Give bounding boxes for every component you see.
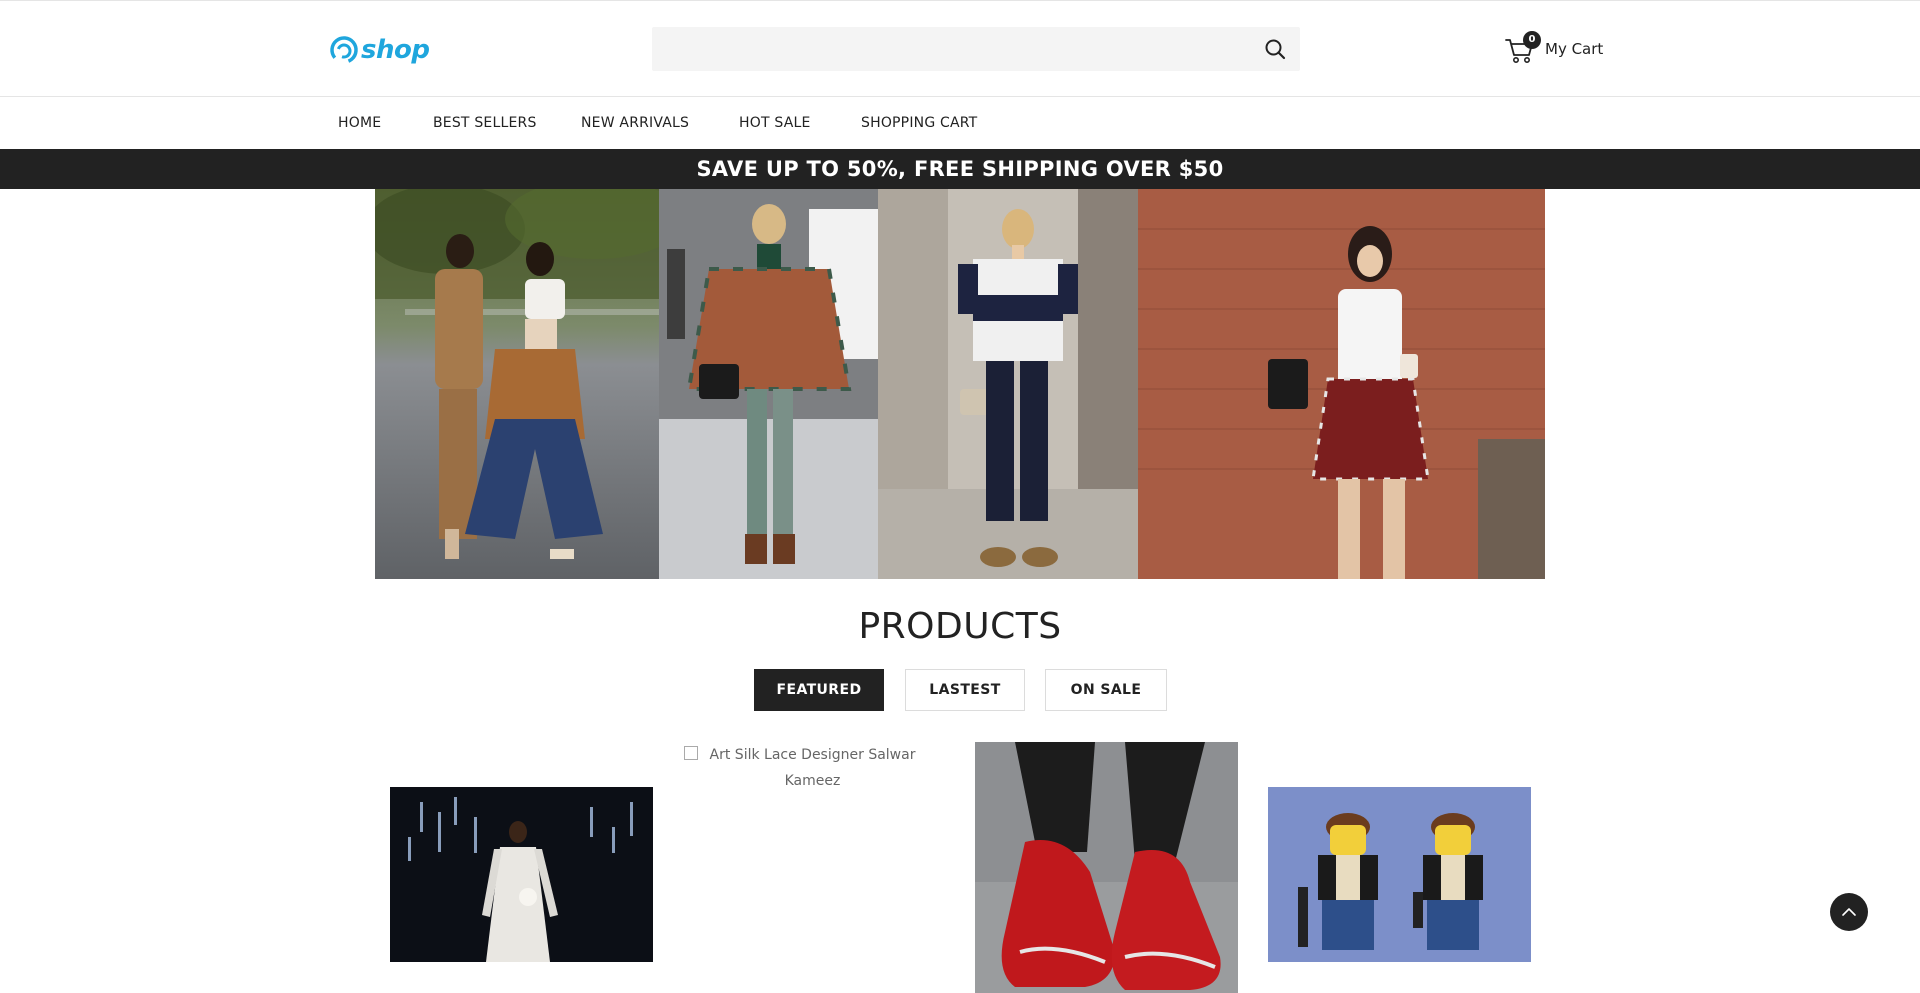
banner-photo-2 [659, 189, 878, 579]
product-tabs: FEATURED LASTEST ON SALE [0, 669, 1920, 711]
cart-count-badge: 0 [1523, 31, 1541, 49]
tab-lastest[interactable]: LASTEST [905, 669, 1025, 711]
main-nav: HOME BEST SELLERS NEW ARRIVALS HOT SALE … [0, 97, 1920, 149]
product-image-white-dress[interactable] [390, 787, 653, 962]
cart-label: My Cart [1545, 40, 1604, 58]
search-bar [652, 27, 1300, 71]
banner-photo-3 [878, 189, 1138, 579]
cart-icon: 0 [1505, 31, 1541, 65]
site-logo[interactable]: shop [329, 33, 430, 67]
banner-photo-4 [1138, 189, 1545, 579]
broken-image-icon [684, 746, 698, 760]
nav-item-shopping-cart[interactable]: SHOPPING CART [861, 115, 977, 131]
hero-banner[interactable] [375, 189, 1545, 579]
tab-on-sale[interactable]: ON SALE [1045, 669, 1167, 711]
search-input[interactable] [652, 27, 1232, 71]
site-header: shop 0 My Cart [0, 0, 1920, 97]
banner-photo-1 [375, 189, 659, 579]
nav-item-new-arrivals[interactable]: NEW ARRIVALS [581, 115, 689, 131]
back-to-top-button[interactable] [1830, 893, 1868, 931]
product-image-alt-text: Art Silk Lace Designer Salwar Kameez [709, 747, 916, 789]
product-image-lego-figures[interactable] [1268, 787, 1531, 962]
nav-item-best-sellers[interactable]: BEST SELLERS [433, 115, 537, 131]
cart-button[interactable]: 0 My Cart [1505, 29, 1603, 69]
logo-swirl-icon [330, 36, 358, 64]
tab-featured[interactable]: FEATURED [754, 669, 884, 711]
product-image-salwar-kameez[interactable]: Art Silk Lace Designer Salwar Kameez [680, 742, 945, 794]
product-image-red-sneakers[interactable] [975, 742, 1238, 993]
products-heading: PRODUCTS [858, 606, 1062, 647]
chevron-up-icon [1842, 908, 1856, 916]
search-icon[interactable] [1264, 38, 1286, 60]
nav-item-home[interactable]: HOME [338, 115, 381, 131]
nav-item-hot-sale[interactable]: HOT SALE [739, 115, 811, 131]
promo-banner: SAVE UP TO 50%, FREE SHIPPING OVER $50 [0, 149, 1920, 189]
logo-text: shop [361, 35, 430, 65]
